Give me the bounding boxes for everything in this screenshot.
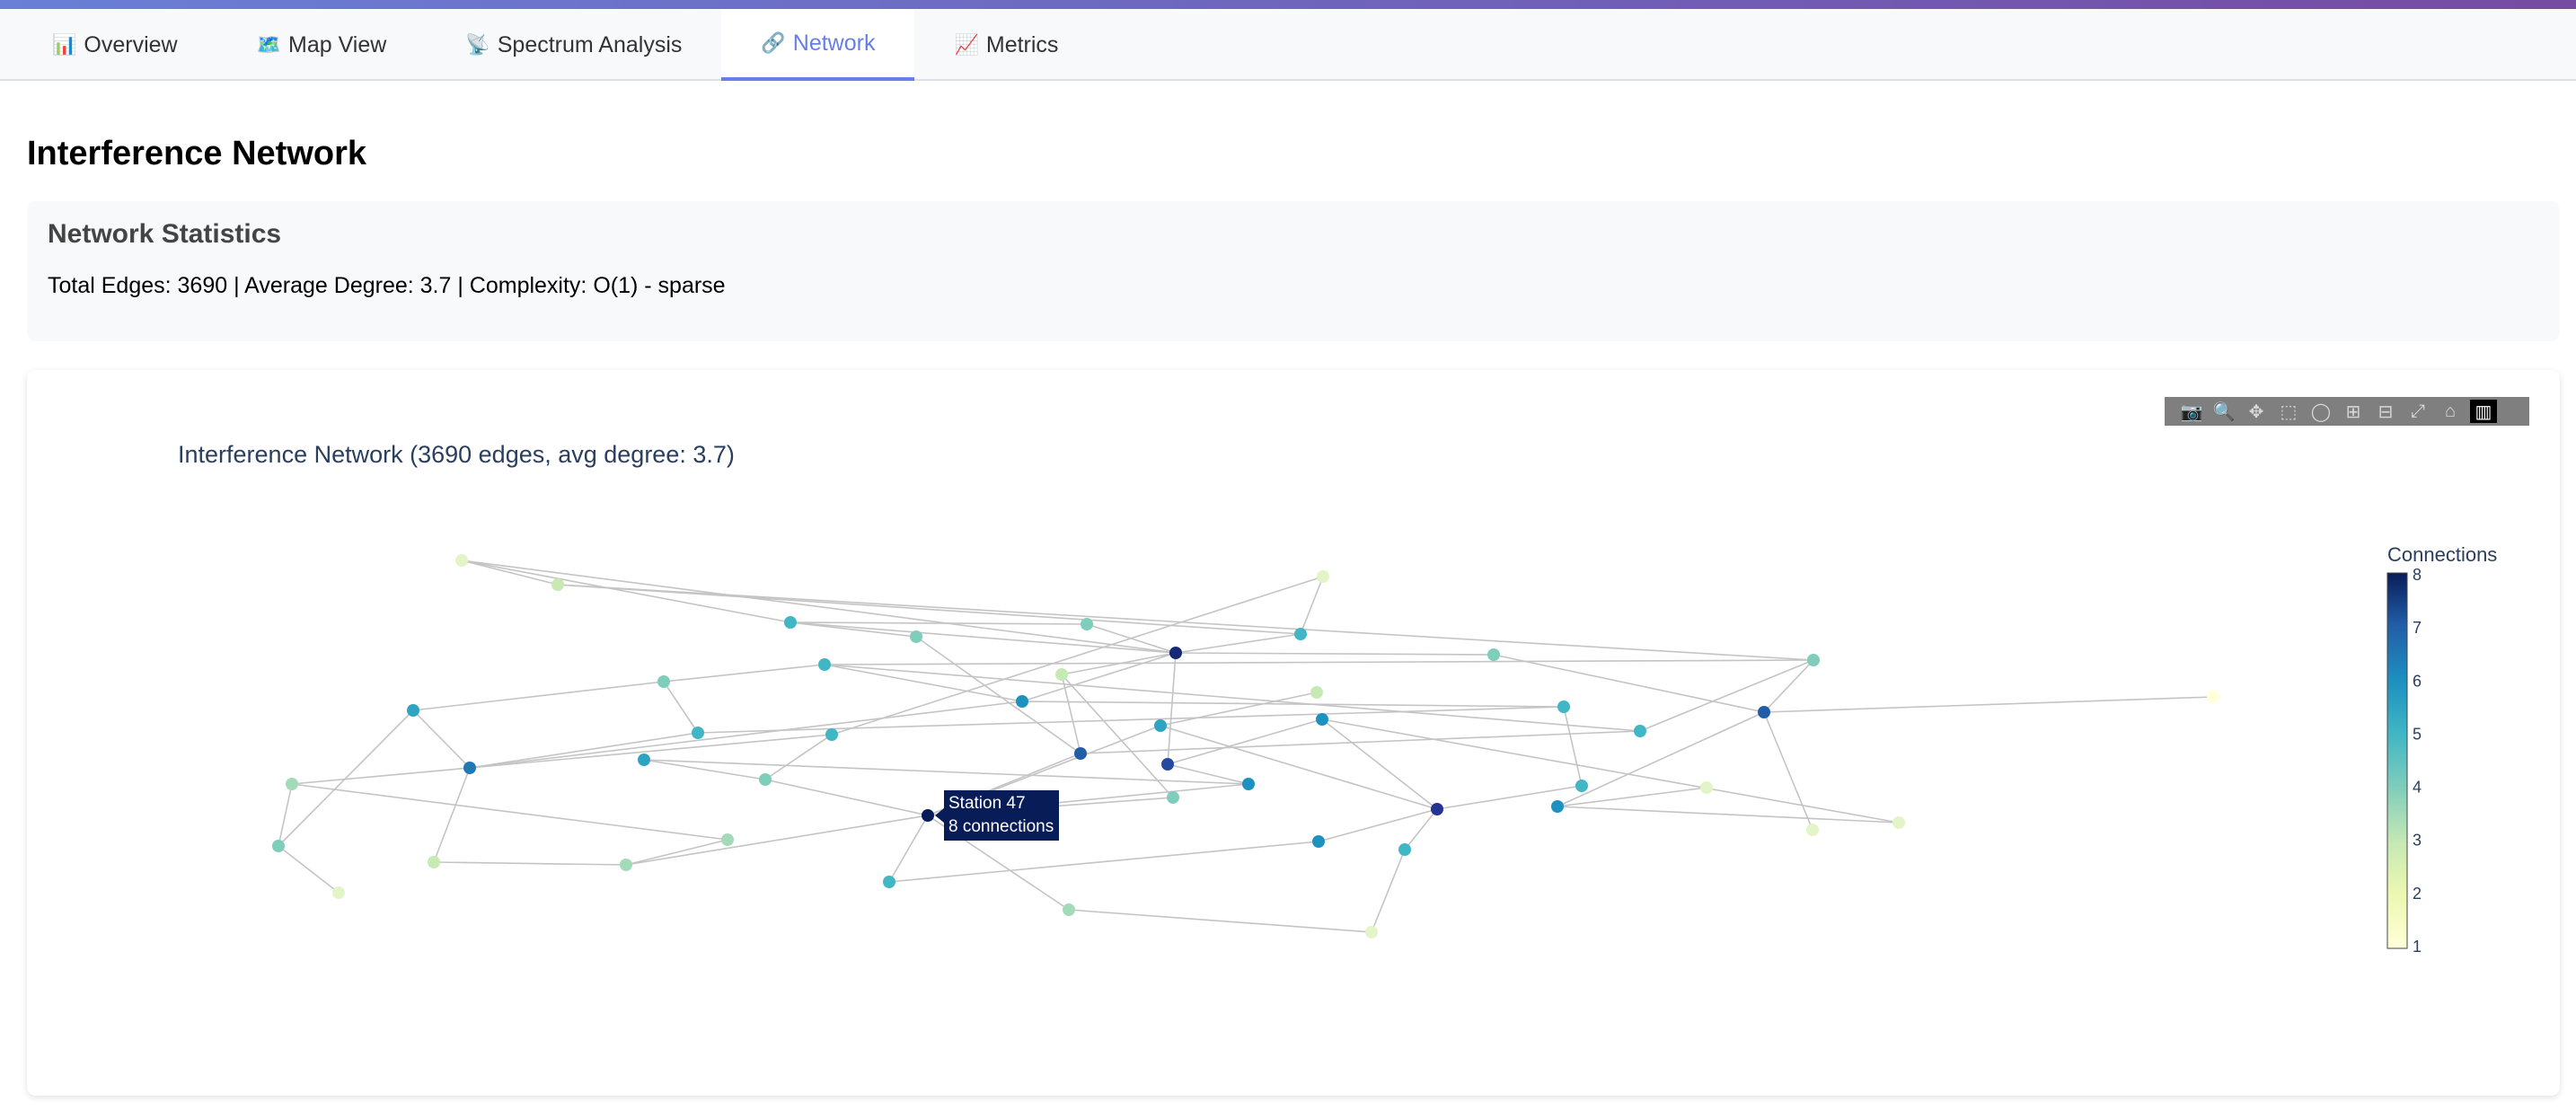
zoom-in-icon[interactable]: ⊞ [2337,397,2369,426]
lasso-select-icon[interactable]: ◯ [2305,397,2337,426]
tab-map-view[interactable]: 🗺️ Map View [217,9,427,81]
camera-icon[interactable]: 📷 [2175,397,2208,426]
page-title: Interference Network [27,135,367,172]
tab-label: Overview [84,31,178,57]
pan-icon[interactable]: ✥ [2240,397,2272,426]
autoscale-icon[interactable]: ⤢ [2402,397,2434,426]
tab-label: Spectrum Analysis [497,31,683,57]
network-chart-card [27,370,2560,1096]
plotly-logo-icon[interactable]: ▥ [2470,400,2497,423]
tab-metrics[interactable]: 📈 Metrics [914,9,1098,81]
plot-modebar: 📷 🔍 ✥ ⬚ ◯ ⊞ ⊟ ⤢ ⌂ ▥ [2165,397,2529,426]
map-icon: 🗺️ [256,33,281,56]
trend-chart-icon: 📈 [954,33,979,56]
tab-label: Network [792,30,876,56]
stats-panel: Network Statistics Total Edges: 3690 | A… [27,201,2560,341]
tab-overview[interactable]: 📊 Overview [13,9,217,81]
zoom-out-icon[interactable]: ⊟ [2369,397,2402,426]
stats-title: Network Statistics [48,219,282,249]
box-select-icon[interactable]: ⬚ [2272,397,2305,426]
top-gradient-bar [0,0,2576,9]
tab-label: Metrics [985,31,1059,57]
reset-axes-icon[interactable]: ⌂ [2434,397,2466,426]
zoom-icon[interactable]: 🔍 [2208,397,2240,426]
stats-text: Total Edges: 3690 | Average Degree: 3.7 … [48,273,726,298]
satellite-dish-icon: 📡 [465,33,490,56]
link-icon: 🔗 [761,31,786,54]
tab-bar: 📊 Overview 🗺️ Map View 📡 Spectrum Analysis 🔗 Ne… [0,9,2576,81]
tab-spectrum-analysis[interactable]: 📡 Spectrum Analysis [426,9,721,81]
bar-chart-icon: 📊 [52,33,77,56]
tab-label: Map View [288,31,387,57]
tab-network[interactable]: 🔗 Network [721,9,915,81]
